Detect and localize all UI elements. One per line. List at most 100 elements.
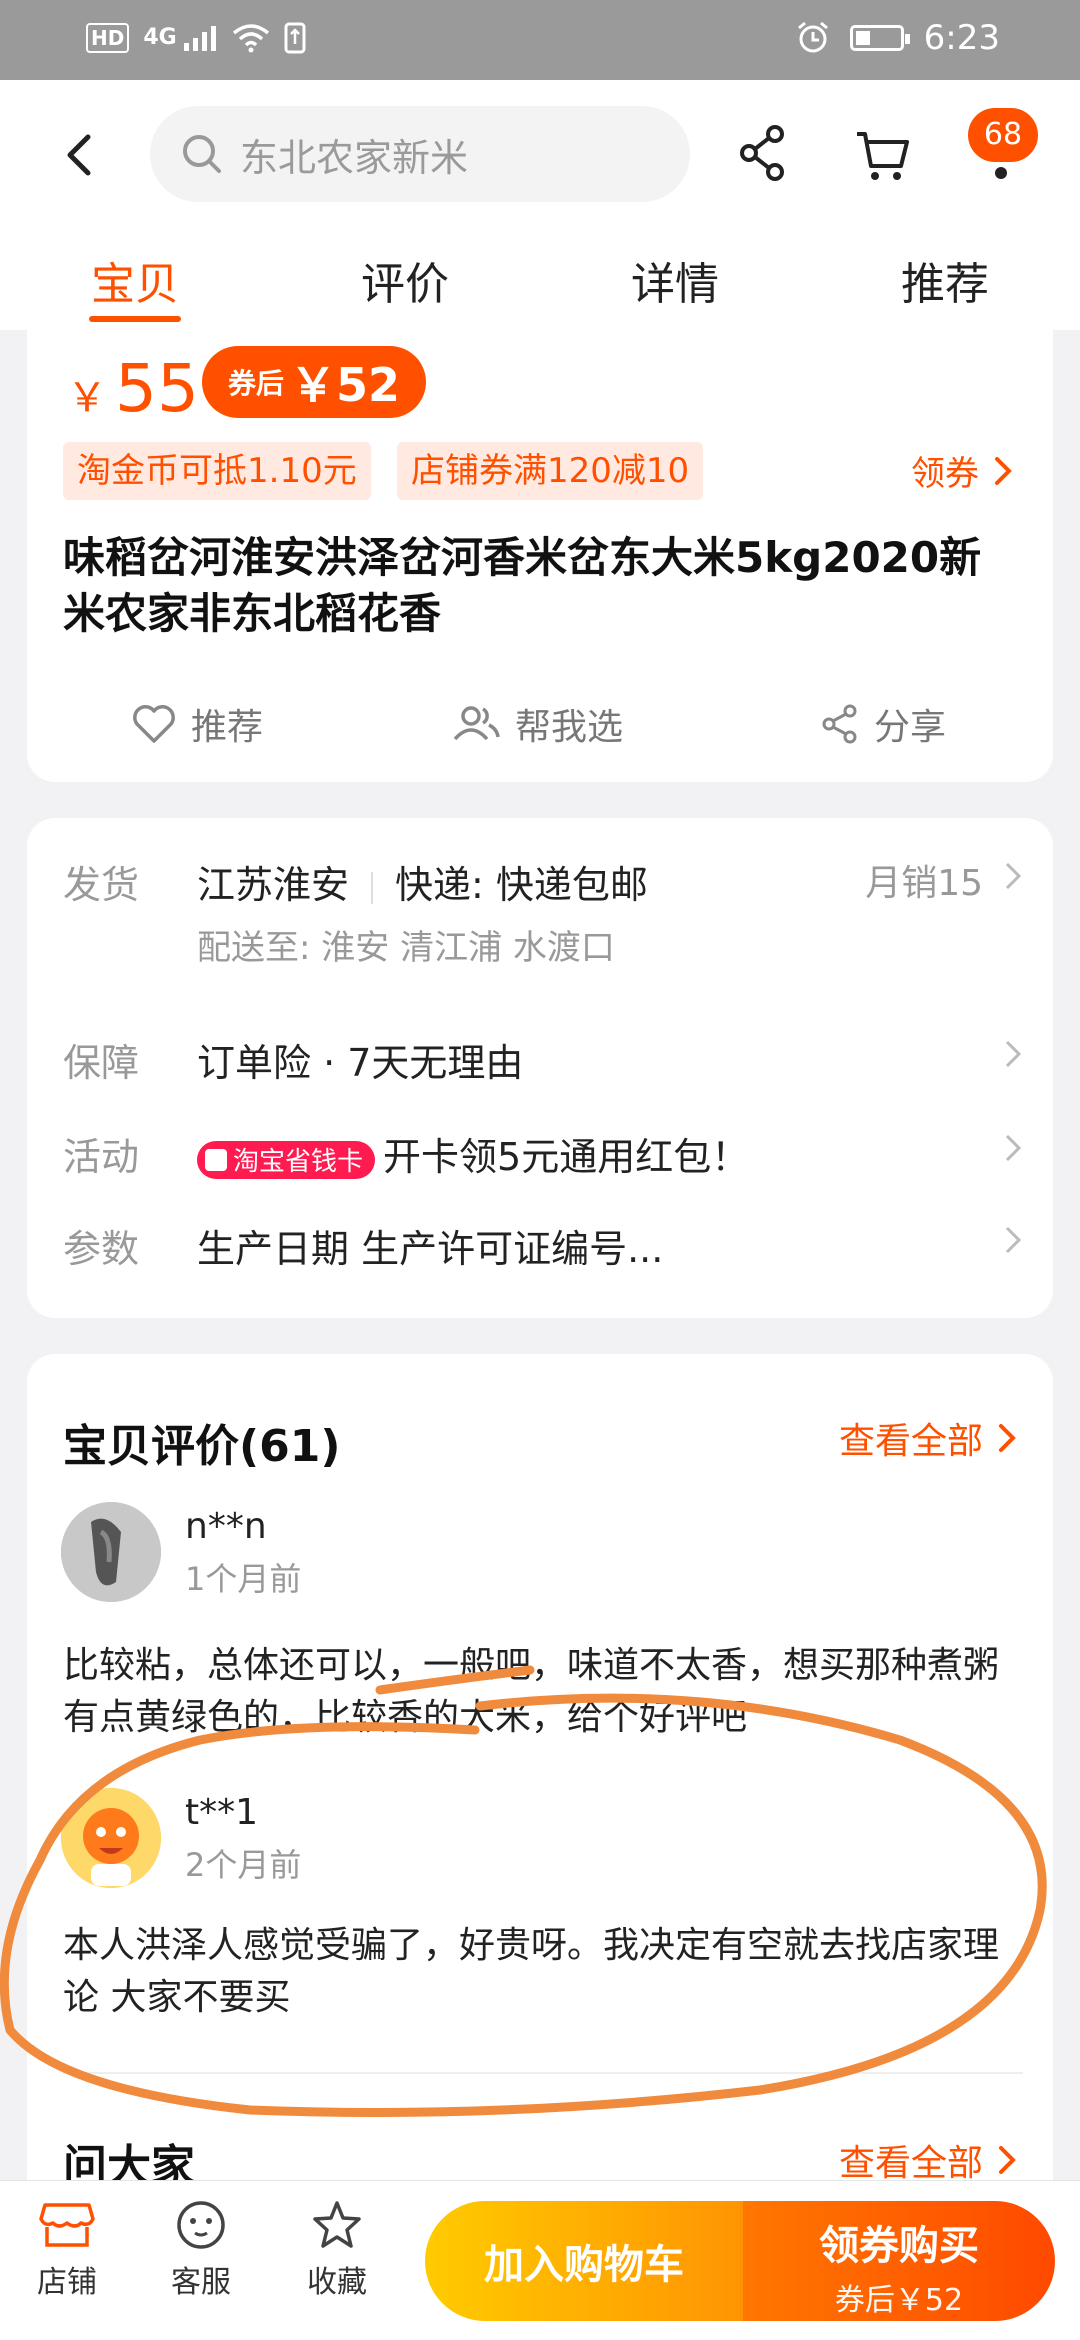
- see-all-reviews-link[interactable]: 查看全部: [839, 1412, 1017, 1464]
- mascot-avatar-image: [61, 1788, 161, 1888]
- review-text[interactable]: 比较粘，总体还可以，一般吧，味道不太香，想买那种煮粥有点黄绿色的，比较香的大米，…: [63, 1640, 1023, 1744]
- help-choose-label: 帮我选: [515, 707, 624, 748]
- chevron-right-icon: [1005, 862, 1022, 890]
- share-small-icon: [822, 704, 857, 744]
- bottom-bar: 店铺 客服 收藏 加入购物车 领券购买 券后￥52: [0, 2180, 1080, 2340]
- search-input[interactable]: 东北农家新米: [150, 106, 690, 202]
- deliver-to: 配送至: 淮安 清江浦 水渡口: [197, 928, 615, 968]
- activity-row[interactable]: 活动 淘宝省钱卡 开卡领5元通用红包！: [27, 1126, 1053, 1186]
- hd-indicator: HD: [86, 23, 130, 53]
- signal-icon: [184, 26, 217, 51]
- coupon-prefix: 券后: [228, 367, 285, 400]
- ship-express: 快递: 快递包邮: [395, 863, 648, 907]
- share-label: 分享: [874, 707, 947, 748]
- activity-value: 开卡领5元通用红包！: [383, 1135, 750, 1179]
- search-icon: [183, 135, 221, 173]
- ship-info: 江苏淮安 快递: 快递包邮: [197, 854, 648, 909]
- params-value: 生产日期 生产许可证编号...: [197, 1227, 664, 1271]
- battery-icon: [849, 25, 910, 51]
- wifi-icon: [233, 24, 270, 53]
- network-indicator: 4G: [143, 25, 218, 51]
- avatar-image: [61, 1502, 161, 1602]
- ship-label: 发货: [63, 863, 140, 907]
- cart-badge: 68: [968, 108, 1038, 162]
- status-bar: HD 4G 6:23: [0, 0, 1080, 80]
- chevron-right-icon: [995, 456, 1012, 485]
- share-button[interactable]: 分享: [820, 698, 946, 750]
- star-icon: [313, 2201, 361, 2248]
- review-text[interactable]: 本人洪泽人感觉受骗了，好贵呀。我决定有空就去找店家理论 大家不要买: [63, 1920, 1023, 2024]
- review-user: t**1: [185, 1792, 259, 1833]
- sim-icon: [284, 22, 306, 54]
- product-title: 味稻岔河淮安洪泽岔河香米岔东大米5kg2020新米农家非东北稻花香: [63, 533, 982, 638]
- clock: 6:23: [923, 18, 1000, 58]
- service-label: 客服: [171, 2265, 231, 2300]
- price-value: 55: [115, 350, 199, 427]
- status-right: 6:23: [796, 18, 1000, 58]
- promo-tag-coins[interactable]: 淘金币可抵1.10元: [63, 442, 371, 500]
- share-icon[interactable]: [733, 120, 793, 190]
- avatar[interactable]: [61, 1502, 161, 1602]
- product-info-card: ￥ 55 券后 ￥52 淘金币可抵1.10元 店铺券满120减10 领券 味稻岔…: [27, 330, 1053, 782]
- shop-icon: [39, 2203, 95, 2247]
- tab-bar: 宝贝 评价 详情 推荐: [0, 230, 1080, 330]
- buy-sub-label: 券后￥52: [834, 2283, 964, 2318]
- guarantee-row[interactable]: 保障 订单险 · 7天无理由: [27, 1032, 1053, 1092]
- shipping-card: 发货 江苏淮安 快递: 快递包邮 月销15 配送至: 淮安 清江浦 水渡口 保障 …: [27, 818, 1053, 1318]
- product-actions: 推荐 帮我选 分享: [27, 682, 1053, 762]
- top-header: 东北农家新米 68 宝贝 评价 详情 推荐: [0, 80, 1080, 330]
- shop-button[interactable]: 店铺: [22, 2199, 112, 2301]
- search-placeholder: 东北农家新米: [240, 135, 469, 180]
- coupon-price: ￥52: [290, 358, 401, 412]
- favorite-button[interactable]: 收藏: [292, 2199, 382, 2301]
- more-dot-icon[interactable]: [994, 166, 1008, 180]
- tab-recommend[interactable]: 推荐: [810, 230, 1080, 330]
- add-to-cart-button[interactable]: 加入购物车: [425, 2201, 743, 2321]
- get-coupon-label: 领券: [911, 454, 979, 494]
- divider: [63, 2072, 1023, 2074]
- savings-card-tag: 淘宝省钱卡: [197, 1140, 376, 1179]
- params-label: 参数: [63, 1227, 140, 1271]
- promo-tag-shop-coupon[interactable]: 店铺券满120减10: [397, 442, 704, 500]
- chevron-right-icon: [1005, 1226, 1022, 1254]
- help-choose-button[interactable]: 帮我选: [451, 698, 623, 750]
- savings-card-label: 淘宝省钱卡: [233, 1147, 364, 1177]
- people-icon: [453, 706, 500, 741]
- chevron-right-icon: [999, 2146, 1016, 2174]
- buy-with-coupon-button[interactable]: 领券购买 券后￥52: [743, 2201, 1055, 2321]
- review-time: 1个月前: [185, 1560, 302, 1598]
- chevron-right-icon: [1005, 1134, 1022, 1162]
- review-user: n**n: [185, 1506, 267, 1547]
- guarantee-value: 订单险 · 7天无理由: [197, 1041, 524, 1085]
- cart-icon[interactable]: [853, 120, 913, 190]
- activity-label: 活动: [63, 1135, 140, 1179]
- buy-label: 领券购买: [819, 2223, 979, 2269]
- ship-origin: 江苏淮安: [197, 863, 350, 907]
- network-label: 4G: [143, 25, 177, 50]
- back-arrow-icon[interactable]: [50, 125, 110, 185]
- tab-item[interactable]: 宝贝: [0, 230, 270, 330]
- shop-label: 店铺: [37, 2265, 97, 2300]
- recommend-label: 推荐: [191, 707, 264, 748]
- tab-details[interactable]: 详情: [540, 230, 810, 330]
- params-row[interactable]: 参数 生产日期 生产许可证编号...: [27, 1218, 1053, 1278]
- recommend-button[interactable]: 推荐: [131, 698, 263, 750]
- price-symbol: ￥: [67, 375, 107, 421]
- wallet-icon: [205, 1148, 227, 1171]
- review-time: 2个月前: [185, 1846, 302, 1884]
- get-coupon-link[interactable]: 领券: [911, 446, 1013, 495]
- heart-icon: [133, 705, 175, 743]
- customer-service-button[interactable]: 客服: [156, 2199, 246, 2301]
- favorite-label: 收藏: [307, 2265, 367, 2300]
- activity-info: 淘宝省钱卡 开卡领5元通用红包！: [197, 1126, 749, 1181]
- tab-reviews[interactable]: 评价: [270, 230, 540, 330]
- avatar[interactable]: [61, 1788, 161, 1888]
- shipping-row[interactable]: 发货 江苏淮安 快递: 快递包邮 月销15 配送至: 淮安 清江浦 水渡口: [27, 854, 1053, 974]
- service-face-icon: [177, 2201, 225, 2249]
- coupon-price-badge: 券后 ￥52: [202, 346, 427, 418]
- see-all-label: 查看全部: [838, 2143, 983, 2184]
- guarantee-label: 保障: [63, 1041, 140, 1085]
- see-all-questions-link[interactable]: 查看全部: [839, 2134, 1017, 2186]
- chevron-right-icon: [999, 1424, 1016, 1452]
- alarm-icon: [797, 21, 828, 53]
